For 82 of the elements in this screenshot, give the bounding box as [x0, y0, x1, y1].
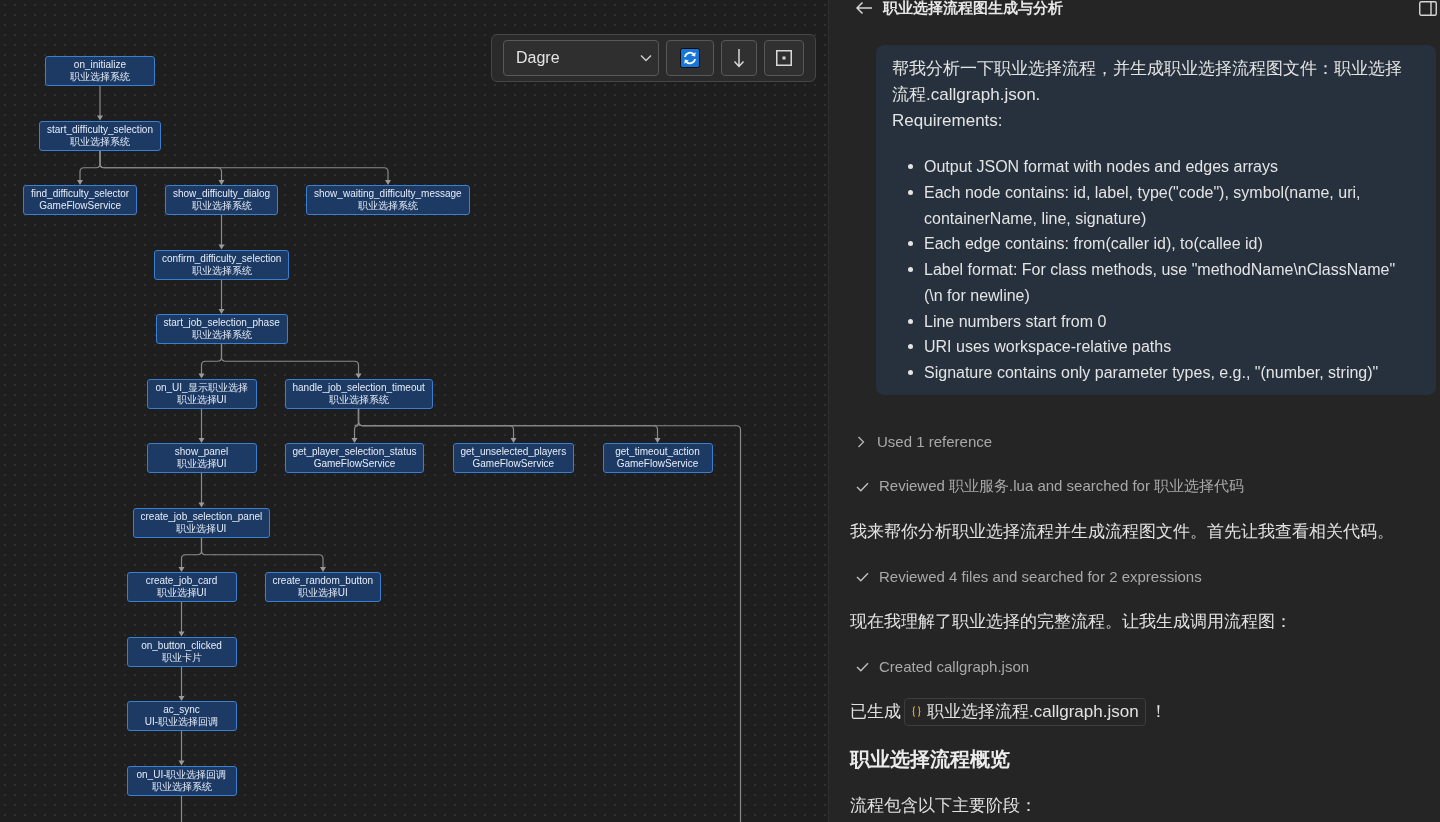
bullet-icon: [908, 189, 913, 195]
node-owner-name: 职业选择系统: [151, 780, 212, 793]
node-owner-name: GameFlowService: [616, 458, 699, 470]
reply-text: 已生成 职业选择流程.callgraph.json ！: [850, 697, 1167, 726]
node-owner-name: 职业选择系统: [357, 200, 418, 212]
message-text: Requirements:: [892, 110, 1004, 132]
node-owner-name: GameFlowService: [313, 458, 396, 470]
step-text: Reviewed 4 files and searched for 2 expressions: [879, 568, 1202, 586]
node-owner-name: 职业卡片: [161, 651, 202, 664]
section-heading: 职业选择流程概览: [850, 746, 1010, 772]
back-button[interactable]: [855, 1, 873, 15]
node-owner-name: GameFlowService: [472, 458, 555, 470]
refresh-button[interactable]: [666, 40, 714, 76]
connector-arrow: [218, 215, 225, 250]
node-owner-name: 职业选择UI: [156, 587, 207, 599]
node-method-name: start_difficulty_selection: [47, 123, 153, 136]
node-owner-name: 职业选择系统: [328, 393, 389, 406]
node-owner-name: 职业选择UI: [176, 458, 227, 470]
node-method-name: show_difficulty_dialog: [173, 188, 271, 200]
bullet-icon: [908, 267, 913, 272]
node-method-name: create_random_button: [272, 575, 374, 587]
node-owner-name: 职业选择系统: [70, 71, 130, 83]
node-owner-name: 职业选择UI: [297, 587, 348, 599]
node-method-name: confirm_difficulty_selection: [162, 252, 282, 265]
chevron-down-icon: [640, 54, 652, 62]
node-owner-name: GameFlowService: [39, 200, 121, 212]
node-owner-name: 职业选择系统: [191, 329, 252, 341]
node-method-name: start_job_selection_phase: [163, 317, 280, 329]
requirement-text: Output JSON format with nodes and edges arrays: [924, 157, 1279, 177]
node-owner-name: UI-职业选择回调: [144, 716, 219, 728]
back-icon: [855, 1, 873, 15]
references-toggle[interactable]: Used 1 reference: [857, 433, 993, 451]
node-owner-name: 职业选择系统: [70, 135, 130, 148]
connector-arrow: [178, 602, 185, 637]
requirement-text: URI uses workspace-relative paths: [924, 337, 1173, 358]
bullet-icon: [908, 241, 913, 247]
node-owner-name: 职业选择UI: [176, 393, 227, 406]
node-method-name: find_difficulty_selector: [31, 188, 130, 200]
reply-text: 现在我理解了职业选择的完整流程。让我生成调用流程图：: [850, 610, 1292, 633]
node-method-name: show_panel: [174, 446, 229, 458]
split-panel-icon: [1419, 0, 1437, 16]
node-method-name: on_UI-职业选择回调: [136, 768, 227, 781]
connector-arrow: [97, 86, 103, 121]
reply-text: 我来帮你分析职业选择流程并生成流程图文件。首先让我查看相关代码。: [850, 520, 1394, 543]
chat-title: 职业选择流程图生成与分析: [883, 0, 1063, 16]
requirement-text: Each edge contains: from(caller id), to(callee id): [924, 234, 1264, 255]
down-arrow-icon: [733, 48, 745, 68]
bullet-icon: [908, 318, 913, 324]
node-method-name: handle_job_selection_timeout: [292, 381, 425, 394]
message-text: 帮我分析一下职业选择流程，并生成职业选择流程图文件：职业选择流程.callgraph.json.: [892, 58, 1403, 106]
connector-arrow: [178, 731, 185, 766]
step-text: Reviewed 职业服务.lua and searched for 职业选择代码: [879, 477, 1245, 497]
bullet-icon: [908, 370, 913, 375]
node-owner-name: 职业选择系统: [191, 264, 252, 277]
panel-toggle-button[interactable]: [1419, 0, 1437, 16]
down-arrow-button[interactable]: [721, 40, 757, 76]
node-method-name: create_job_selection_panel: [140, 510, 263, 523]
node-method-name: show_waiting_difficulty_message: [314, 188, 462, 200]
file-link[interactable]: 职业选择流程.callgraph.json: [904, 697, 1146, 726]
requirement-text: Label format: For class methods, use "methodName\nClassName" (\n for newline): [924, 260, 1397, 306]
node-method-name: on_initialize: [73, 59, 127, 71]
braces-icon: [912, 706, 921, 718]
refresh-icon: [680, 48, 700, 68]
step-text: Created callgraph.json: [879, 658, 1030, 676]
node-method-name: get_timeout_action: [615, 446, 700, 458]
node-method-name: on_UI_显示职业选择: [155, 381, 248, 394]
node-method-name: get_player_selection_status: [292, 446, 417, 458]
node-method-name: on_button_clicked: [141, 639, 222, 652]
requirement-text: Line numbers start from 0: [924, 311, 1108, 332]
node-owner-name: 职业选择系统: [191, 200, 252, 212]
requirement-text: Each node contains: id, label, type("code"), symbol(name, uri, containerName, line, signature): [924, 182, 1362, 229]
node-method-name: create_job_card: [145, 575, 218, 587]
requirement-text: Signature contains only parameter types, e.g., "(number, string)": [924, 363, 1380, 383]
node-method-name: ac_sync: [163, 704, 200, 716]
bullet-icon: [908, 344, 913, 350]
bullet-icon: [908, 164, 913, 169]
fit-view-button[interactable]: [764, 40, 804, 76]
layout-dropdown[interactable]: Dagre: [503, 40, 659, 76]
reply-text: 流程包含以下主要阶段：: [850, 794, 1037, 817]
connector-arrow: [198, 473, 205, 508]
node-owner-name: 职业选择UI: [176, 522, 227, 535]
node-method-name: get_unselected_players: [460, 446, 567, 458]
